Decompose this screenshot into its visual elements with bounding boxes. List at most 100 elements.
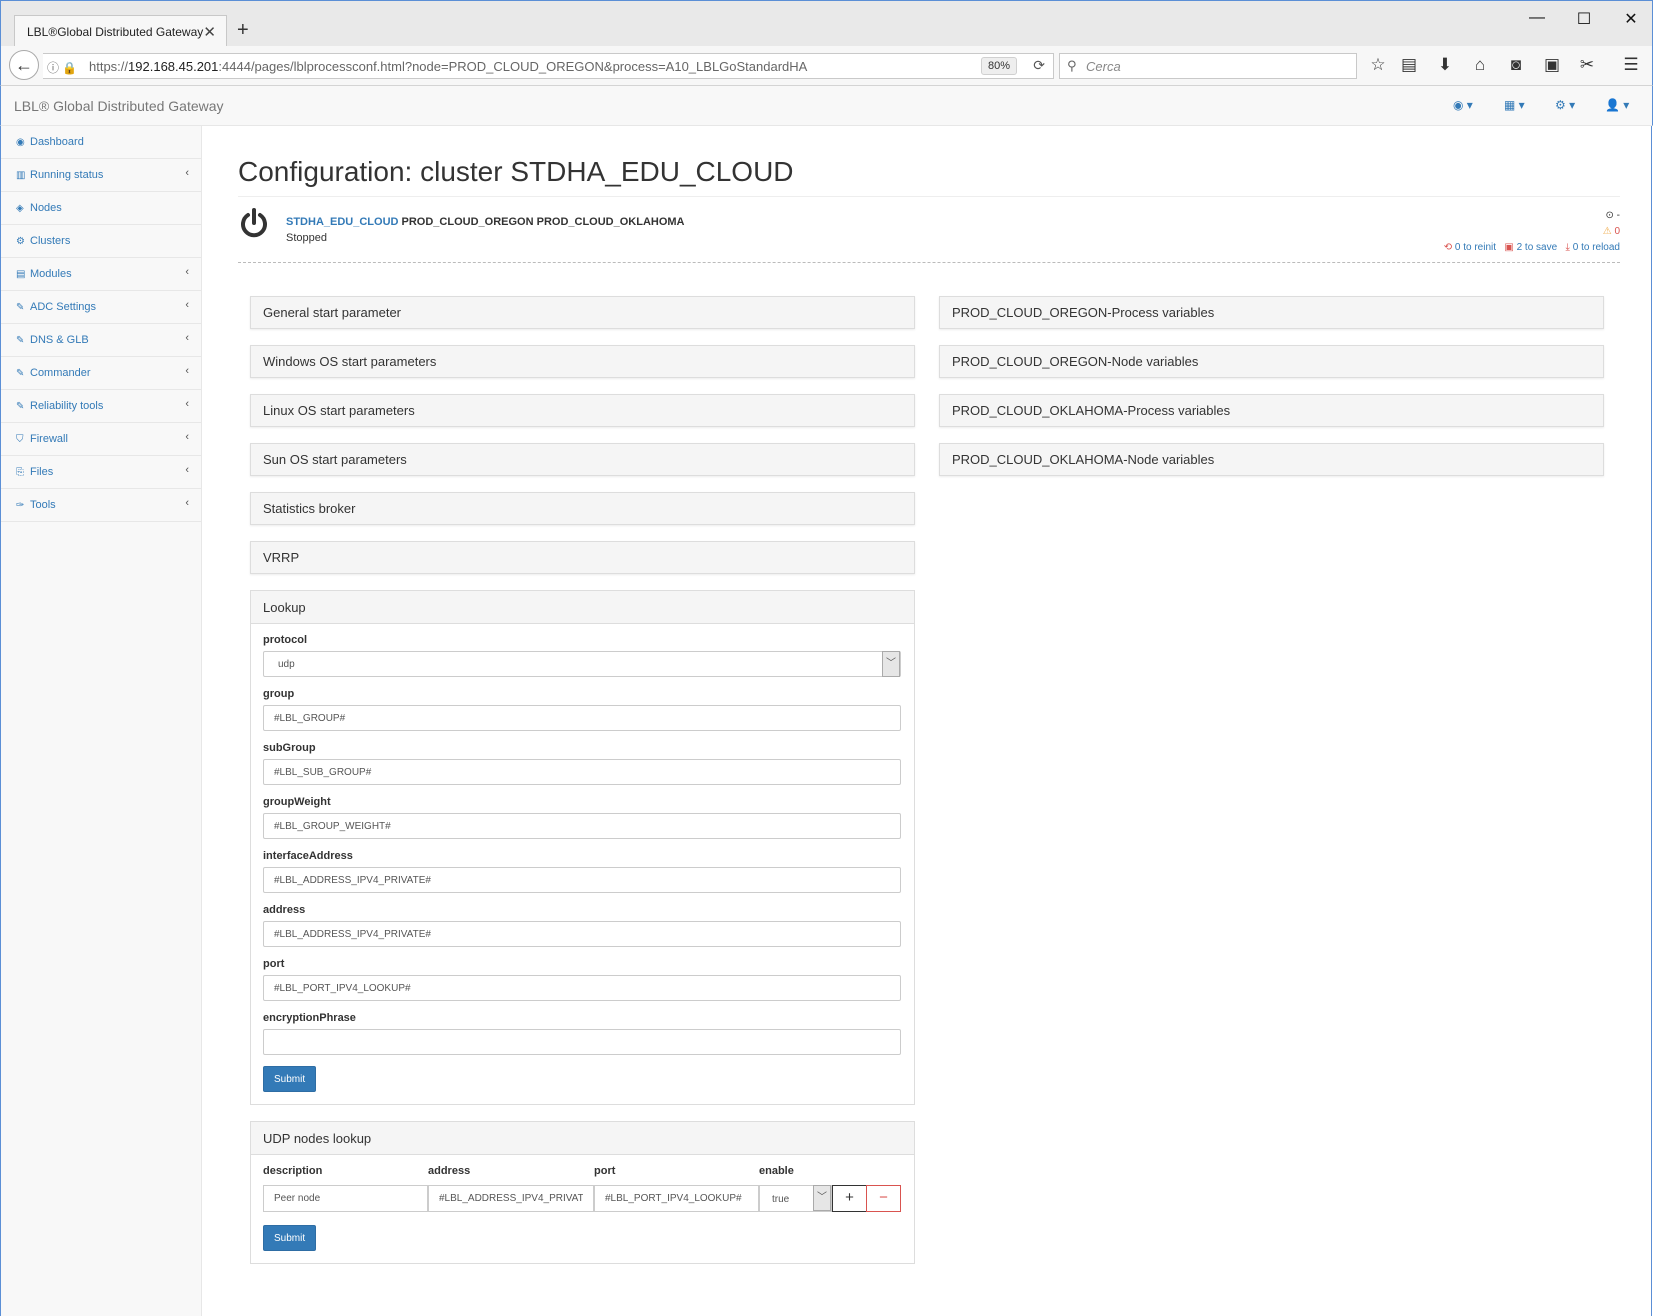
download-icon[interactable]: ⬇ bbox=[1434, 55, 1456, 75]
files-icon: ⎘ bbox=[16, 467, 24, 478]
reinit-link[interactable]: 0 to reinit bbox=[1455, 242, 1496, 253]
sidebar-item-clusters[interactable]: ⚙ Clusters bbox=[1, 225, 201, 258]
right-panel-0[interactable]: PROD_CLOUD_OREGON-Process variables bbox=[939, 296, 1604, 329]
extension-icon[interactable]: ▣ bbox=[1541, 55, 1563, 75]
edit-icon: ✎ bbox=[16, 302, 25, 313]
udp-col-enable: enable bbox=[759, 1165, 794, 1177]
brand-title[interactable]: LBL® Global Distributed Gateway bbox=[14, 98, 224, 114]
udp-address-input[interactable] bbox=[428, 1185, 594, 1212]
interfaceAddress-input[interactable] bbox=[263, 867, 901, 893]
sidebar-item-adc-settings[interactable]: ✎ ADC Settings ‹ bbox=[1, 291, 201, 324]
minimize-icon[interactable]: — bbox=[1527, 9, 1547, 27]
right-panel-3[interactable]: PROD_CLOUD_OKLAHOMA-Node variables bbox=[939, 443, 1604, 476]
status-text: Stopped bbox=[286, 232, 327, 244]
left-panel-0[interactable]: General start parameter bbox=[250, 296, 915, 329]
subGroup-label: subGroup bbox=[263, 742, 316, 754]
address-input[interactable] bbox=[263, 921, 901, 947]
title-divider bbox=[238, 196, 1620, 197]
list-icon: ▤ bbox=[16, 269, 26, 280]
lookup-submit-button[interactable]: Submit bbox=[263, 1066, 317, 1092]
udp-col-address: address bbox=[428, 1165, 471, 1177]
chevron-down-icon[interactable]: ﹀ bbox=[813, 1185, 831, 1211]
chevron-left-icon[interactable]: ‹ bbox=[185, 266, 189, 278]
sidebar-item-modules[interactable]: ▤ Modules ‹ bbox=[1, 258, 201, 291]
protocol-select[interactable]: udp ﹀ bbox=[263, 651, 901, 677]
sidebar-item-label: Clusters bbox=[30, 235, 71, 247]
warning-icon: ⚠ bbox=[1602, 226, 1612, 237]
sidebar-item-files[interactable]: ⎘ Files ‹ bbox=[1, 456, 201, 489]
sidebar-item-label: Nodes bbox=[30, 202, 62, 214]
lookup-panel-title[interactable]: Lookup bbox=[251, 591, 914, 624]
sidebar-item-dns-glb[interactable]: ✎ DNS & GLB ‹ bbox=[1, 324, 201, 357]
save-icon: ▣ bbox=[1504, 242, 1514, 253]
sidebar-item-firewall[interactable]: ⛉ Firewall ‹ bbox=[1, 423, 201, 456]
reading-list-icon[interactable]: ▤ bbox=[1398, 55, 1420, 75]
chevron-left-icon[interactable]: ‹ bbox=[185, 299, 189, 311]
group-input[interactable] bbox=[263, 705, 901, 731]
chevron-left-icon[interactable]: ‹ bbox=[185, 497, 189, 509]
back-arrow-icon[interactable]: ← bbox=[9, 50, 39, 80]
chevron-left-icon[interactable]: ‹ bbox=[185, 332, 189, 344]
close-tab-icon[interactable]: ✕ bbox=[203, 23, 216, 41]
chevron-left-icon[interactable]: ‹ bbox=[185, 167, 189, 179]
dashboard-dropdown-icon[interactable]: ◉ ▾ bbox=[1453, 98, 1473, 112]
right-top-value: - bbox=[1616, 210, 1620, 221]
url-bar[interactable]: ⓘ 🔒 https://192.168.45.201:4444/pages/lb… bbox=[43, 53, 1054, 79]
pending-status: ⊙ - ⚠ 0 ⟲ 0 to reinit ▣ 2 to save ⤓ 0 to… bbox=[1444, 210, 1620, 258]
home-icon[interactable]: ⌂ bbox=[1469, 55, 1491, 75]
user-dropdown-icon[interactable]: 👤 ▾ bbox=[1605, 98, 1629, 112]
power-icon[interactable] bbox=[238, 208, 270, 240]
port-input[interactable] bbox=[263, 975, 901, 1001]
cluster-link[interactable]: STDHA_EDU_CLOUD bbox=[286, 216, 398, 228]
reload-icon[interactable]: ⟳ bbox=[1033, 57, 1045, 74]
subGroup-input[interactable] bbox=[263, 759, 901, 785]
reload-link[interactable]: 0 to reload bbox=[1573, 242, 1620, 253]
udp-submit-button[interactable]: Submit bbox=[263, 1225, 317, 1251]
maximize-icon[interactable]: ☐ bbox=[1574, 9, 1594, 29]
add-row-button[interactable]: + bbox=[832, 1185, 867, 1212]
close-window-icon[interactable]: ✕ bbox=[1621, 9, 1641, 29]
site-info-icon[interactable]: ⓘ 🔒 bbox=[47, 59, 77, 76]
groupWeight-input[interactable] bbox=[263, 813, 901, 839]
sidebar-item-label: Commander bbox=[30, 367, 91, 379]
sidebar-item-label: Modules bbox=[30, 268, 72, 280]
left-panel-3[interactable]: Sun OS start parameters bbox=[250, 443, 915, 476]
shield-icon: ⛉ bbox=[16, 434, 24, 445]
sidebar-item-dashboard[interactable]: ◉ Dashboard bbox=[1, 126, 201, 159]
remove-row-button[interactable]: − bbox=[866, 1185, 901, 1212]
left-panel-1[interactable]: Windows OS start parameters bbox=[250, 345, 915, 378]
right-panel-1[interactable]: PROD_CLOUD_OREGON-Node variables bbox=[939, 345, 1604, 378]
udp-column-headers: description address port enable bbox=[263, 1165, 902, 1181]
sidebar-item-nodes[interactable]: ◈ Nodes bbox=[1, 192, 201, 225]
chevron-left-icon[interactable]: ‹ bbox=[185, 464, 189, 476]
chevron-down-icon[interactable]: ﹀ bbox=[882, 651, 900, 677]
new-tab-icon[interactable]: + bbox=[237, 19, 249, 42]
right-panel-2[interactable]: PROD_CLOUD_OKLAHOMA-Process variables bbox=[939, 394, 1604, 427]
encryptionPhrase-input[interactable] bbox=[263, 1029, 901, 1055]
udp-description-input[interactable] bbox=[263, 1185, 428, 1212]
warning-count: 0 bbox=[1614, 226, 1620, 237]
sidebar-item-reliability-tools[interactable]: ✎ Reliability tools ‹ bbox=[1, 390, 201, 423]
settings-dropdown-icon[interactable]: ⚙ ▾ bbox=[1555, 98, 1575, 112]
menu-icon[interactable]: ☰ bbox=[1620, 55, 1642, 75]
bookmark-star-icon[interactable]: ☆ bbox=[1367, 55, 1389, 75]
chevron-left-icon[interactable]: ‹ bbox=[185, 398, 189, 410]
udp-panel-title[interactable]: UDP nodes lookup bbox=[251, 1122, 914, 1155]
udp-port-input[interactable] bbox=[594, 1185, 759, 1212]
sidebar-item-tools[interactable]: ✑ Tools ‹ bbox=[1, 489, 201, 522]
left-panel-5[interactable]: VRRP bbox=[250, 541, 915, 574]
sidebar-item-commander[interactable]: ✎ Commander ‹ bbox=[1, 357, 201, 390]
udp-enable-select[interactable]: true ﹀ bbox=[759, 1185, 832, 1212]
search-input[interactable]: ⚲ Cerca bbox=[1059, 53, 1357, 79]
screenshot-icon[interactable]: ✂ bbox=[1576, 55, 1598, 75]
sidebar-item-running-status[interactable]: ▥ Running status ‹ bbox=[1, 159, 201, 192]
zoom-level[interactable]: 80% bbox=[980, 57, 1017, 75]
save-dropdown-icon[interactable]: ▦ ▾ bbox=[1504, 98, 1525, 112]
chevron-left-icon[interactable]: ‹ bbox=[185, 431, 189, 443]
left-panel-4[interactable]: Statistics broker bbox=[250, 492, 915, 525]
browser-tab[interactable]: LBL®Global Distributed Gateway ✕ bbox=[14, 15, 227, 47]
left-panel-2[interactable]: Linux OS start parameters bbox=[250, 394, 915, 427]
pocket-icon[interactable]: ◙ bbox=[1505, 55, 1527, 75]
save-link[interactable]: 2 to save bbox=[1517, 242, 1558, 253]
chevron-left-icon[interactable]: ‹ bbox=[185, 365, 189, 377]
